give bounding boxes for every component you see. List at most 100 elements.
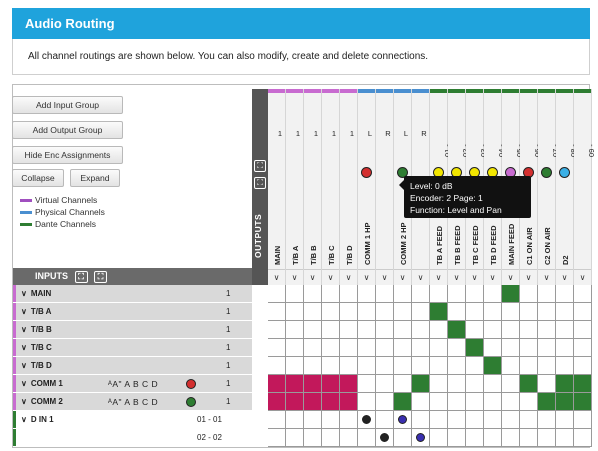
routing-cell[interactable] <box>340 375 358 393</box>
routing-cell[interactable] <box>394 285 412 303</box>
routing-cell[interactable] <box>466 321 484 339</box>
routing-cell[interactable] <box>376 321 394 339</box>
output-column-18[interactable]: 09 - ∨ <box>574 89 596 285</box>
routing-cell[interactable] <box>358 375 376 393</box>
routing-cell[interactable] <box>502 375 520 393</box>
routing-cell[interactable] <box>484 303 502 321</box>
routing-cell[interactable] <box>448 429 466 447</box>
routing-cell[interactable] <box>502 429 520 447</box>
chevron-down-icon[interactable]: ∨ <box>21 325 27 334</box>
routing-cell[interactable] <box>430 285 448 303</box>
routing-cell[interactable] <box>520 285 538 303</box>
routing-cell[interactable] <box>268 375 286 393</box>
input-row[interactable]: ∨ T/B B 1 <box>13 321 252 339</box>
encoder-groups[interactable]: ᴬA" A B C D <box>108 375 158 393</box>
routing-cell[interactable] <box>502 285 520 303</box>
chevron-down-icon[interactable]: ∨ <box>538 269 555 285</box>
routing-cell[interactable] <box>304 411 322 429</box>
routing-cell[interactable] <box>394 357 412 375</box>
routing-cell[interactable] <box>520 321 538 339</box>
routing-cell[interactable] <box>484 321 502 339</box>
routing-cell[interactable] <box>520 357 538 375</box>
routing-cell[interactable] <box>268 357 286 375</box>
routing-cell[interactable] <box>484 357 502 375</box>
routing-cell[interactable] <box>394 429 412 447</box>
chevron-down-icon[interactable]: ∨ <box>556 269 573 285</box>
routing-cell[interactable] <box>556 393 574 411</box>
level-knob-icon[interactable] <box>380 433 389 442</box>
routing-cell[interactable] <box>358 339 376 357</box>
routing-cell[interactable] <box>574 393 592 411</box>
chevron-down-icon[interactable]: ∨ <box>268 269 285 285</box>
routing-cell[interactable] <box>322 285 340 303</box>
routing-cell[interactable] <box>556 285 574 303</box>
routing-cell[interactable] <box>430 321 448 339</box>
routing-cell[interactable] <box>484 285 502 303</box>
routing-cell[interactable] <box>286 375 304 393</box>
routing-cell[interactable] <box>538 411 556 429</box>
routing-cell[interactable] <box>268 339 286 357</box>
routing-cell[interactable] <box>322 339 340 357</box>
output-column-1[interactable]: 1 MAIN ∨ <box>268 89 286 285</box>
routing-cell[interactable] <box>538 429 556 447</box>
routing-cell[interactable] <box>538 303 556 321</box>
routing-cell[interactable] <box>394 321 412 339</box>
routing-cell[interactable] <box>304 375 322 393</box>
routing-cell[interactable] <box>520 429 538 447</box>
chevron-down-icon[interactable]: ∨ <box>21 397 27 406</box>
routing-cell[interactable] <box>412 411 430 429</box>
routing-cell[interactable] <box>430 375 448 393</box>
routing-cell[interactable] <box>484 339 502 357</box>
routing-cell[interactable] <box>268 393 286 411</box>
routing-cell[interactable] <box>304 393 322 411</box>
routing-cell[interactable] <box>322 357 340 375</box>
level-knob-icon[interactable] <box>416 433 425 442</box>
routing-cell[interactable] <box>412 393 430 411</box>
routing-cell[interactable] <box>574 375 592 393</box>
routing-cell[interactable] <box>286 339 304 357</box>
routing-cell[interactable] <box>340 393 358 411</box>
chevron-down-icon[interactable]: ∨ <box>21 379 27 388</box>
input-row[interactable]: ∨ MAIN 1 <box>13 285 252 303</box>
chevron-down-icon[interactable]: ∨ <box>574 269 591 285</box>
inputs-collapse-icon[interactable]: ⛶ <box>94 270 108 283</box>
chevron-down-icon[interactable]: ∨ <box>520 269 537 285</box>
chevron-down-icon[interactable]: ∨ <box>21 343 27 352</box>
routing-cell[interactable] <box>538 339 556 357</box>
routing-cell[interactable] <box>322 375 340 393</box>
routing-cell[interactable] <box>340 429 358 447</box>
routing-cell[interactable] <box>430 339 448 357</box>
routing-cell[interactable] <box>412 303 430 321</box>
expand-button[interactable]: Expand <box>70 169 120 187</box>
routing-cell[interactable] <box>520 411 538 429</box>
hide-enc-assignments-button[interactable]: Hide Enc Assignments <box>12 146 123 164</box>
routing-cell[interactable] <box>448 357 466 375</box>
routing-cell[interactable] <box>448 303 466 321</box>
chevron-down-icon[interactable]: ∨ <box>286 269 303 285</box>
routing-cell[interactable] <box>412 285 430 303</box>
routing-cell[interactable] <box>322 393 340 411</box>
routing-cell[interactable] <box>502 339 520 357</box>
output-column-4[interactable]: 1 T/B C ∨ <box>322 89 340 285</box>
routing-cell[interactable] <box>358 321 376 339</box>
routing-cell[interactable] <box>394 339 412 357</box>
routing-cell[interactable] <box>448 321 466 339</box>
input-row[interactable]: ∨ T/B A 1 <box>13 303 252 321</box>
chevron-down-icon[interactable]: ∨ <box>430 269 447 285</box>
routing-cell[interactable] <box>466 393 484 411</box>
routing-cell[interactable] <box>304 339 322 357</box>
chevron-down-icon[interactable]: ∨ <box>322 269 339 285</box>
routing-cell[interactable] <box>466 357 484 375</box>
routing-cell[interactable] <box>322 321 340 339</box>
routing-cell[interactable] <box>574 429 592 447</box>
routing-cell[interactable] <box>394 303 412 321</box>
routing-cell[interactable] <box>466 429 484 447</box>
routing-cell[interactable] <box>304 321 322 339</box>
routing-cell[interactable] <box>556 339 574 357</box>
routing-cell[interactable] <box>304 303 322 321</box>
routing-cell[interactable] <box>448 375 466 393</box>
routing-cell[interactable] <box>538 285 556 303</box>
routing-cell[interactable] <box>412 321 430 339</box>
routing-cell[interactable] <box>574 285 592 303</box>
routing-cell[interactable] <box>340 411 358 429</box>
